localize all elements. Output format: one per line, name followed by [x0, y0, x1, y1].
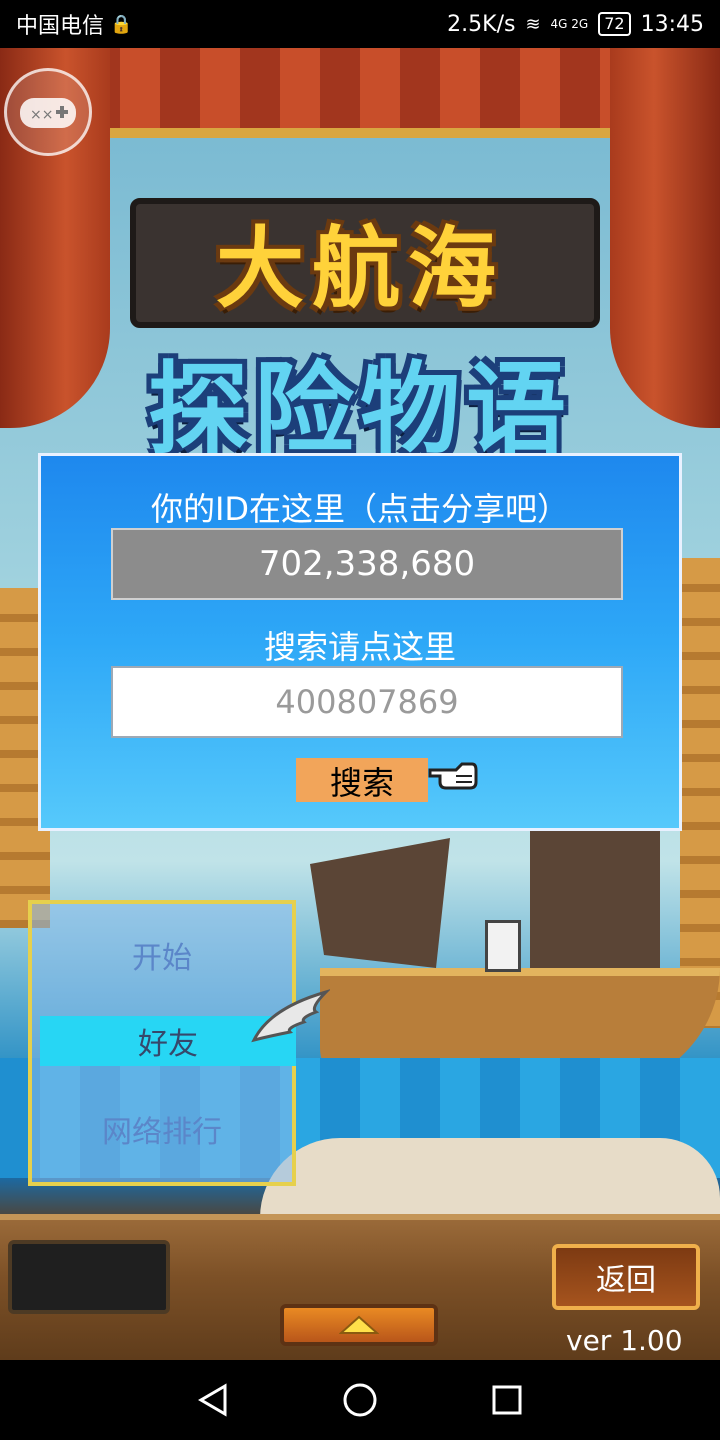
pirate-ship: [260, 828, 720, 1088]
gamepad-icon: ××: [20, 98, 76, 128]
menu-item-start[interactable]: 开始: [32, 930, 292, 980]
back-button[interactable]: 返回: [552, 1244, 700, 1310]
gamepad-button[interactable]: ××: [4, 68, 92, 156]
status-bar: 中国电信 🔒 2.5K/s ≋ 4G 2G 72 13:45: [0, 0, 720, 48]
search-id-input[interactable]: [111, 666, 623, 738]
search-button[interactable]: 搜索: [296, 758, 428, 802]
menu-item-ranking[interactable]: 网络排行: [32, 1104, 292, 1154]
svg-text:××: ××: [30, 107, 53, 123]
logo-title-line1: 大航海: [215, 217, 504, 320]
triangle-back-icon: [198, 1383, 227, 1417]
my-id-field[interactable]: 702,338,680: [111, 528, 623, 600]
expand-button[interactable]: [280, 1304, 438, 1346]
game-logo: 大航海 探险物语: [60, 178, 660, 468]
bottom-bar: 返回 ver 1.00: [0, 1214, 720, 1360]
wifi-icon: ≋: [525, 13, 541, 35]
nav-back-button[interactable]: [183, 1370, 243, 1430]
square-recent-icon: [492, 1385, 522, 1415]
ship-sail-back: [530, 828, 660, 978]
version-label: ver 1.00: [566, 1324, 683, 1357]
pointing-hand-icon: [428, 762, 478, 790]
wing-cursor-icon: [251, 989, 330, 1043]
circle-home-icon: [343, 1383, 377, 1417]
battery-indicator: 72: [598, 12, 631, 36]
captain-sprite: [485, 920, 521, 972]
panel-title[interactable]: 你的ID在这里（点击分享吧）: [41, 484, 679, 530]
logo-title-line2: 探险物语: [148, 351, 572, 468]
nav-recent-button[interactable]: [477, 1370, 537, 1430]
search-label: 搜索请点这里: [263, 628, 456, 666]
game-screen: ×× 大航海 探险物语 你的ID在这里（点击分享吧） 702,338,680 搜…: [0, 48, 720, 1360]
friend-id-panel: 你的ID在这里（点击分享吧） 702,338,680 搜索请点这里 搜索: [38, 453, 682, 831]
lock-icon: 🔒: [110, 13, 133, 35]
info-panel: [8, 1240, 170, 1314]
up-arrow-icon: [339, 1315, 379, 1334]
network-speed: 2.5K/s: [447, 11, 516, 37]
ship-sail-front: [310, 838, 450, 968]
nav-home-button[interactable]: [330, 1370, 390, 1430]
system-nav-bar: [0, 1360, 720, 1440]
signal-icon: 4G 2G: [550, 17, 589, 31]
clock: 13:45: [640, 11, 704, 37]
carrier-label: 中国电信: [16, 14, 105, 39]
